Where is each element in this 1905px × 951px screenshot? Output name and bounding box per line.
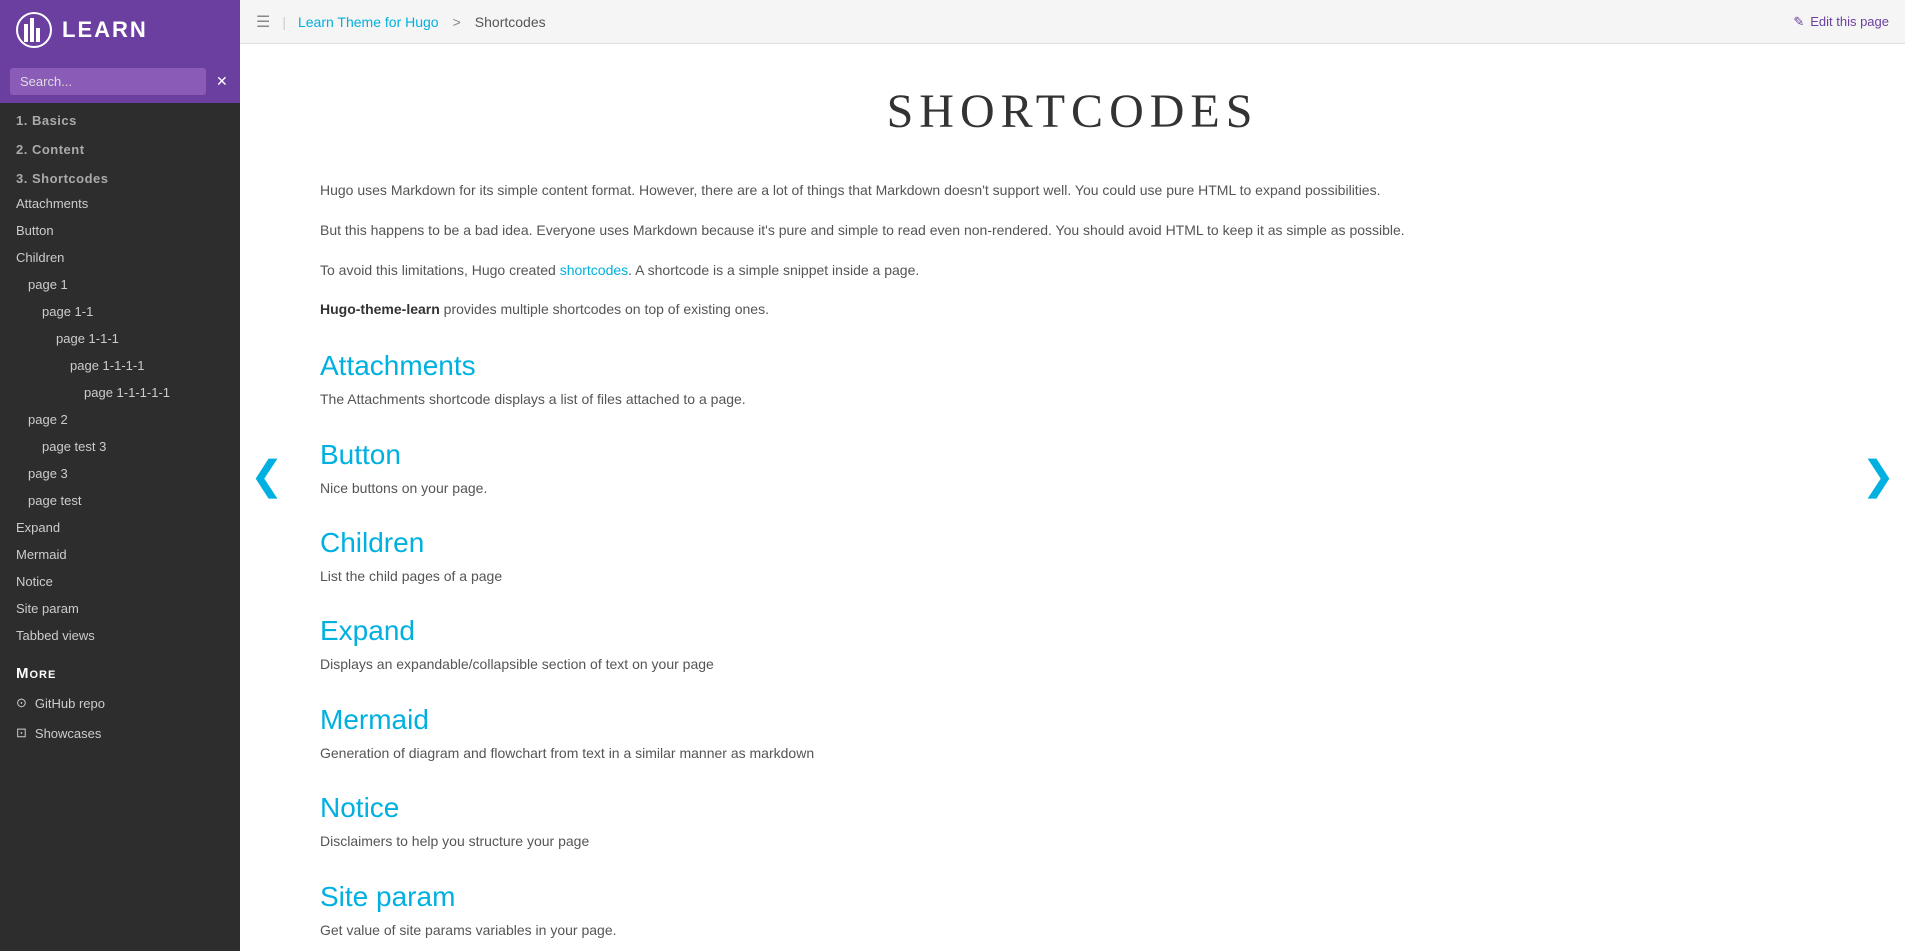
- nav-section-basics[interactable]: 1. Basics: [0, 103, 240, 132]
- page-title: SHORTCODES: [320, 84, 1825, 139]
- next-page-arrow[interactable]: ❯: [1851, 443, 1905, 509]
- shortcode-title-siteparam[interactable]: Site param: [320, 881, 1825, 913]
- sidebar-item-expand[interactable]: Expand: [0, 514, 240, 541]
- shortcode-notice: Notice Disclaimers to help you structure…: [320, 792, 1825, 852]
- shortcode-desc-mermaid: Generation of diagram and flowchart from…: [320, 742, 1825, 764]
- sidebar-item-page3[interactable]: page 3: [0, 460, 240, 487]
- sidebar-item-button[interactable]: Button: [0, 217, 240, 244]
- breadcrumb-bar: ☰ | Learn Theme for Hugo > Shortcodes ✎ …: [240, 0, 1905, 44]
- search-input[interactable]: [10, 68, 206, 95]
- sidebar-item-siteparam[interactable]: Site param: [0, 595, 240, 622]
- shortcode-siteparam: Site param Get value of site params vari…: [320, 881, 1825, 941]
- shortcode-desc-button: Nice buttons on your page.: [320, 477, 1825, 499]
- sidebar-item-page1-1-1-1[interactable]: page 1-1-1-1: [0, 352, 240, 379]
- sidebar-more-heading: More: [0, 649, 240, 688]
- sidebar: LEARN ✕ 1. Basics 2. Content 3. Shortcod…: [0, 0, 240, 951]
- edit-page-button[interactable]: ✎ Edit this page: [1793, 14, 1889, 30]
- intro-para-4: Hugo-theme-learn provides multiple short…: [320, 298, 1825, 322]
- sidebar-item-page-test3[interactable]: page test 3: [0, 433, 240, 460]
- breadcrumb-divider: |: [282, 14, 286, 30]
- sidebar-item-children[interactable]: Children: [0, 244, 240, 271]
- edit-icon: ✎: [1793, 14, 1804, 30]
- sidebar-item-tabbed[interactable]: Tabbed views: [0, 622, 240, 649]
- shortcode-title-expand[interactable]: Expand: [320, 615, 1825, 647]
- shortcode-desc-siteparam: Get value of site params variables in yo…: [320, 919, 1825, 941]
- shortcode-desc-notice: Disclaimers to help you structure your p…: [320, 830, 1825, 852]
- sidebar-item-page1-1-1[interactable]: page 1-1-1: [0, 325, 240, 352]
- sidebar-item-notice[interactable]: Notice: [0, 568, 240, 595]
- sidebar-item-page-test[interactable]: page test: [0, 487, 240, 514]
- shortcode-desc-expand: Displays an expandable/collapsible secti…: [320, 653, 1825, 675]
- breadcrumb: ☰ | Learn Theme for Hugo > Shortcodes: [256, 12, 546, 32]
- sidebar-brand: LEARN: [62, 17, 148, 43]
- breadcrumb-home-link[interactable]: Learn Theme for Hugo: [298, 14, 439, 30]
- nav-section-shortcodes[interactable]: 3. Shortcodes: [0, 161, 240, 190]
- breadcrumb-separator: >: [453, 14, 461, 30]
- prev-page-arrow[interactable]: ❮: [240, 443, 294, 509]
- logo-icon: [16, 12, 52, 48]
- search-wrapper: ✕: [0, 60, 240, 103]
- shortcodes-link[interactable]: shortcodes: [560, 262, 628, 278]
- breadcrumb-current-page: Shortcodes: [475, 14, 546, 30]
- intro-para-2: But this happens to be a bad idea. Every…: [320, 219, 1825, 243]
- shortcode-title-notice[interactable]: Notice: [320, 792, 1825, 824]
- shortcode-desc-children: List the child pages of a page: [320, 565, 1825, 587]
- github-icon: ⊙: [16, 695, 27, 711]
- main-content-area: ☰ | Learn Theme for Hugo > Shortcodes ✎ …: [240, 0, 1905, 951]
- shortcode-button: Button Nice buttons on your page.: [320, 439, 1825, 499]
- sidebar-item-mermaid[interactable]: Mermaid: [0, 541, 240, 568]
- showcase-icon: ⊡: [16, 725, 27, 741]
- shortcode-children: Children List the child pages of a page: [320, 527, 1825, 587]
- shortcode-desc-attachments: The Attachments shortcode displays a lis…: [320, 388, 1825, 410]
- shortcode-title-children[interactable]: Children: [320, 527, 1825, 559]
- shortcode-title-button[interactable]: Button: [320, 439, 1825, 471]
- sidebar-item-page2[interactable]: page 2: [0, 406, 240, 433]
- shortcode-title-attachments[interactable]: Attachments: [320, 350, 1825, 382]
- shortcode-mermaid: Mermaid Generation of diagram and flowch…: [320, 704, 1825, 764]
- menu-icon: ☰: [256, 12, 270, 32]
- search-clear-button[interactable]: ✕: [212, 71, 232, 92]
- shortcode-title-mermaid[interactable]: Mermaid: [320, 704, 1825, 736]
- sidebar-item-attachments[interactable]: Attachments: [0, 190, 240, 217]
- sidebar-item-page1-1-1-1-1[interactable]: page 1-1-1-1-1: [0, 379, 240, 406]
- sidebar-item-page1[interactable]: page 1: [0, 271, 240, 298]
- sidebar-item-github[interactable]: ⊙ GitHub repo: [0, 688, 240, 718]
- intro-para-1: Hugo uses Markdown for its simple conten…: [320, 179, 1825, 203]
- content-area: SHORTCODES Hugo uses Markdown for its si…: [240, 44, 1905, 951]
- intro-para-3: To avoid this limitations, Hugo created …: [320, 259, 1825, 283]
- shortcode-expand: Expand Displays an expandable/collapsibl…: [320, 615, 1825, 675]
- sidebar-item-page1-1[interactable]: page 1-1: [0, 298, 240, 325]
- shortcode-attachments: Attachments The Attachments shortcode di…: [320, 350, 1825, 410]
- nav-section-content[interactable]: 2. Content: [0, 132, 240, 161]
- sidebar-header[interactable]: LEARN: [0, 0, 240, 60]
- sidebar-item-showcases[interactable]: ⊡ Showcases: [0, 718, 240, 748]
